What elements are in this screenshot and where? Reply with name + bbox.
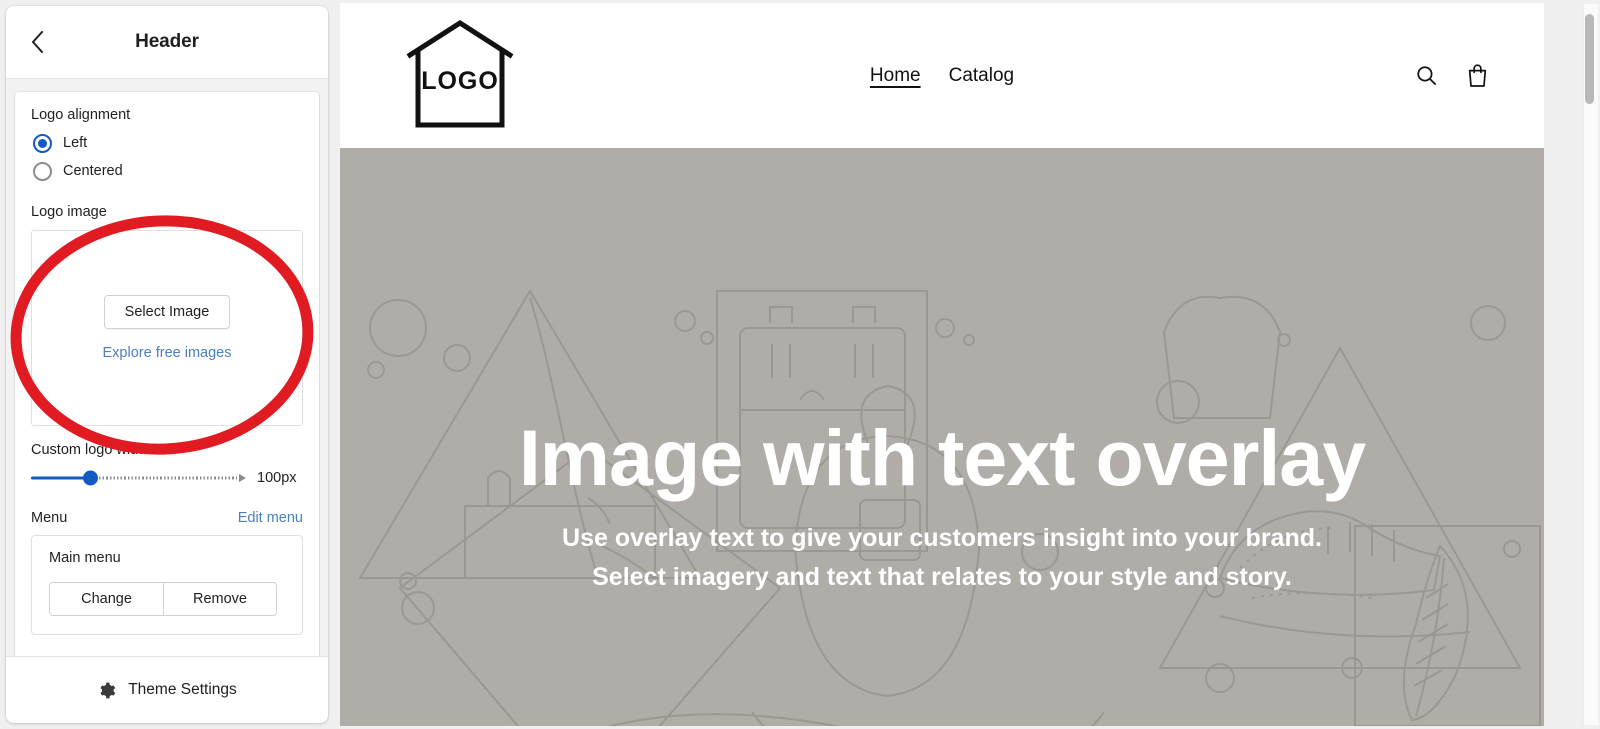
logo-image-label: Logo image	[31, 203, 107, 220]
select-image-button[interactable]: Select Image	[103, 294, 231, 329]
radio-option-left[interactable]: Left	[33, 133, 303, 153]
slider-dotted-track	[99, 476, 237, 480]
shopping-bag-icon	[1468, 63, 1487, 87]
radio-left-label: Left	[63, 135, 88, 152]
theme-settings-label: Theme Settings	[128, 681, 237, 698]
svg-text:LOGO: LOGO	[421, 67, 499, 95]
menu-section-header: Menu Edit menu	[31, 510, 303, 526]
change-menu-button[interactable]: Change	[50, 582, 163, 615]
slider-arrow-icon	[239, 473, 246, 482]
logo-image-picker[interactable]: Select Image Explore free images	[31, 229, 303, 426]
theme-settings-button[interactable]: Theme Settings	[6, 656, 328, 723]
custom-logo-width-value: 100px	[257, 469, 297, 486]
logo-alignment-label: Logo alignment	[31, 107, 131, 123]
store-preview-pane: LOGO Home Catalog Image with text overla…	[340, 0, 1600, 729]
hero-subtitle-line1: Use overlay text to give your customers …	[562, 524, 1322, 552]
cart-button[interactable]	[1465, 63, 1490, 89]
radio-left-indicator	[33, 133, 52, 153]
page-title: Header	[135, 31, 199, 52]
radio-centered-label: Centered	[63, 163, 123, 180]
app-root: Header Logo alignment Left Centered Logo…	[0, 0, 1600, 729]
preview-scrollbar-track[interactable]	[1583, 4, 1598, 725]
preview-scrollbar-thumb[interactable]	[1585, 14, 1594, 104]
radio-option-centered[interactable]: Centered	[33, 161, 303, 181]
nav-link-home[interactable]: Home	[870, 65, 921, 87]
sidebar-header: Header	[6, 6, 328, 79]
menu-item-name: Main menu	[49, 549, 121, 566]
chevron-left-icon	[31, 31, 43, 53]
storefront-header-icons	[1414, 63, 1490, 89]
menu-label: Menu	[31, 509, 68, 526]
search-icon	[1417, 66, 1437, 86]
radio-centered-indicator	[33, 161, 52, 181]
hero-title: Image with text overlay	[518, 413, 1366, 502]
custom-logo-width-label: Custom logo width	[31, 441, 151, 458]
nav-link-catalog[interactable]: Catalog	[949, 65, 1015, 87]
custom-logo-width-slider[interactable]	[31, 468, 246, 488]
back-button[interactable]	[22, 27, 52, 57]
slider-filled-track	[31, 476, 90, 480]
sidebar-scroll-area[interactable]: Logo alignment Left Centered Logo image …	[6, 79, 328, 656]
header-settings-card: Logo alignment Left Centered Logo image …	[15, 92, 319, 656]
store-logo[interactable]: LOGO	[404, 17, 534, 134]
sidebar-scrollbar[interactable]	[321, 85, 326, 650]
edit-menu-link[interactable]: Edit menu	[238, 510, 303, 526]
slider-thumb[interactable]	[83, 470, 98, 486]
hero-section: Image with text overlay Use overlay text…	[340, 148, 1544, 726]
search-button[interactable]	[1414, 63, 1439, 88]
storefront-header: LOGO Home Catalog	[340, 3, 1544, 148]
custom-logo-width-slider-row: 100px	[31, 468, 303, 488]
explore-free-images-link[interactable]: Explore free images	[103, 345, 232, 361]
store-preview-frame: LOGO Home Catalog Image with text overla…	[340, 3, 1544, 726]
gear-icon	[100, 682, 116, 698]
remove-menu-button[interactable]: Remove	[163, 582, 276, 615]
menu-actions: Change Remove	[49, 581, 277, 616]
menu-card: Main menu Change Remove	[31, 534, 303, 635]
hero-subtitle-line2: Select imagery and text that relates to …	[592, 562, 1292, 591]
house-logo-icon: LOGO	[406, 20, 514, 128]
theme-editor-sidebar: Header Logo alignment Left Centered Logo…	[6, 6, 328, 723]
hero-overlay-text: Image with text overlay Use overlay text…	[340, 418, 1544, 597]
